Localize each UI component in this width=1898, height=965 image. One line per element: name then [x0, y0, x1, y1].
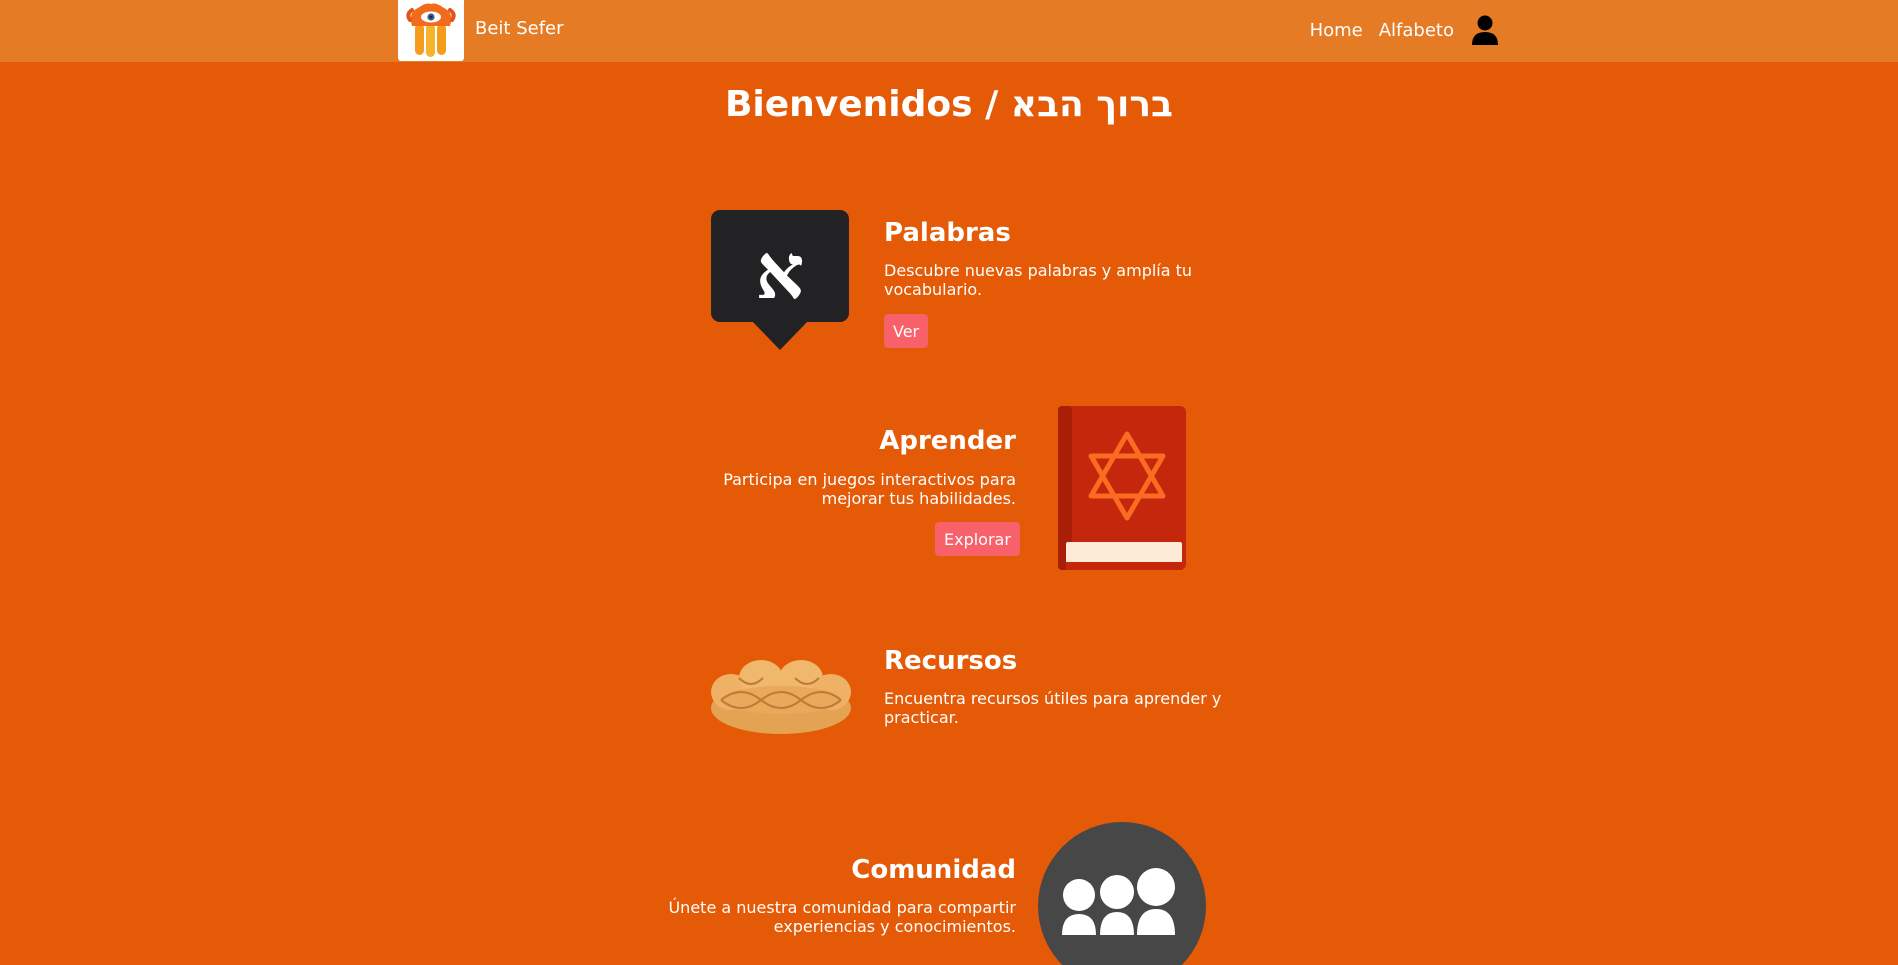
challah-bread-icon — [711, 660, 851, 734]
nav-link-alfabeto[interactable]: Alfabeto — [1379, 20, 1454, 41]
card-description: Descubre nuevas palabras y amplía tu voc… — [884, 261, 1193, 299]
community-group-icon — [1038, 822, 1206, 965]
card-description: Participa en juegos interactivos para me… — [723, 470, 1016, 508]
ver-button[interactable]: Ver — [884, 314, 929, 348]
card-title: Comunidad — [851, 855, 1016, 885]
card-title: Palabras — [884, 218, 1011, 248]
brand-name[interactable]: Beit Sefer — [475, 18, 564, 39]
card-description: Encuentra recursos útiles para aprender … — [884, 689, 1222, 727]
hamsa-icon — [406, 3, 456, 57]
navbar: Beit Sefer Home Alfabeto — [0, 0, 1898, 62]
star-of-david-book-icon — [1058, 406, 1186, 570]
hamsa-logo[interactable] — [398, 0, 464, 61]
aleph-speech-bubble-icon: א — [711, 210, 849, 350]
card-title: Aprender — [879, 426, 1016, 456]
nav-link-home[interactable]: Home — [1310, 20, 1363, 41]
user-icon[interactable] — [1470, 14, 1500, 46]
card-description: Únete a nuestra comunidad para compartir… — [668, 898, 1016, 936]
card-title: Recursos — [884, 646, 1018, 676]
explorar-button[interactable]: Explorar — [935, 522, 1020, 556]
nav-links: Home Alfabeto — [1310, 14, 1500, 46]
page-title: Bienvenidos / ברוך הבא — [724, 84, 1174, 125]
svg-text:א: א — [756, 227, 805, 316]
